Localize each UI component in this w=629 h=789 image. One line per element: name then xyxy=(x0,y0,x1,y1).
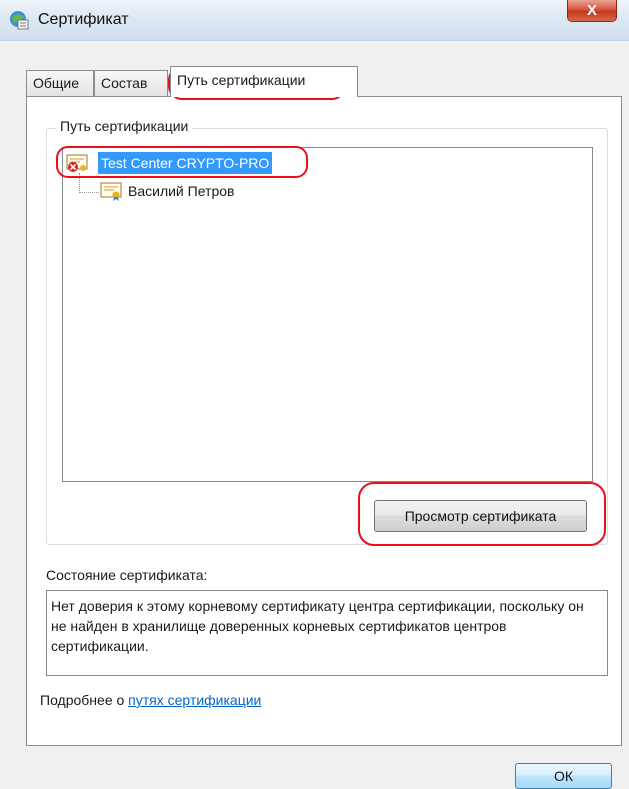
certificate-icon xyxy=(100,182,122,201)
tab-certification-path[interactable]: Путь сертификации xyxy=(170,66,358,97)
learn-more-prefix: Подробнее о xyxy=(40,692,129,708)
view-certificate-button-label: Просмотр сертификата xyxy=(404,508,557,524)
view-certificate-button[interactable]: Просмотр сертификата xyxy=(374,500,587,532)
certificate-app-icon xyxy=(10,11,29,30)
tree-connector xyxy=(79,192,99,193)
certificate-error-icon xyxy=(66,154,88,172)
tree-connector xyxy=(79,173,80,193)
tree-item-label: Test Center CRYPTO-PRO xyxy=(98,152,273,174)
title-bar[interactable]: Сертификат X xyxy=(0,0,629,41)
certificate-status-label: Состояние сертификата: xyxy=(46,567,208,583)
certificate-dialog: Сертификат X Общие Состав Путь сертифика… xyxy=(0,0,629,789)
certificate-status-text: Нет доверия к этому корневому сертификат… xyxy=(46,590,608,676)
tree-item-label: Василий Петров xyxy=(128,183,235,199)
certification-path-help-link[interactable]: путях сертификации xyxy=(128,692,261,708)
tab-details[interactable]: Состав xyxy=(94,70,168,96)
certification-path-group-label: Путь сертификации xyxy=(56,118,193,134)
window-title: Сертификат xyxy=(38,11,129,28)
ok-button[interactable]: ОК xyxy=(515,763,612,789)
tab-general[interactable]: Общие xyxy=(26,70,94,96)
learn-more: Подробнее о путях сертификации xyxy=(40,692,261,708)
close-button[interactable]: X xyxy=(567,0,617,22)
